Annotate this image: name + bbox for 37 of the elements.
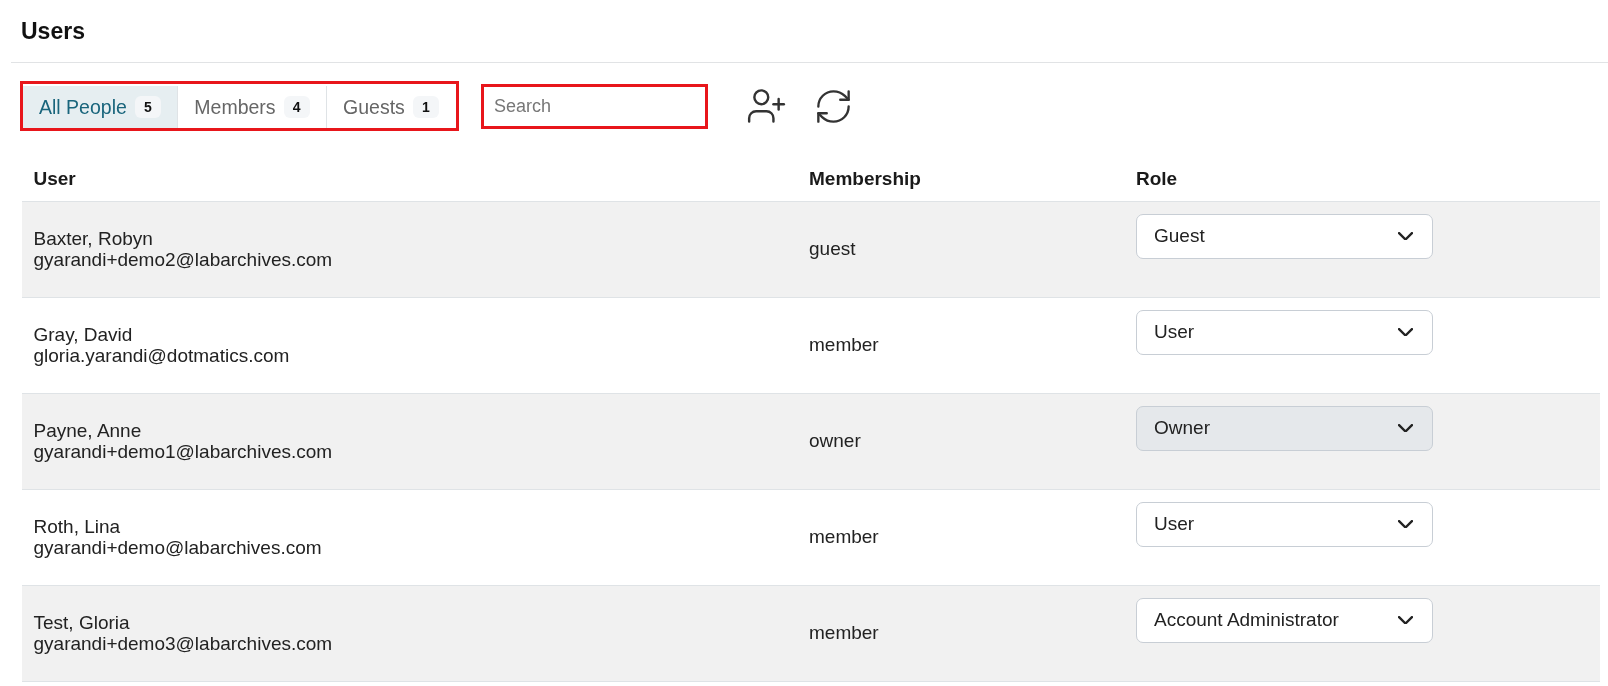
refresh-icon xyxy=(816,89,850,123)
role-dropdown[interactable]: Guest xyxy=(1136,213,1433,259)
chevron-down-icon xyxy=(1398,231,1413,241)
filter-tab[interactable]: All People 5 xyxy=(22,86,178,128)
user-name: Payne, Anne xyxy=(33,419,143,441)
chevron-down-icon xyxy=(1398,615,1413,625)
column-header: Role xyxy=(1136,167,1178,189)
user-email: gyarandi+demo3@labarchives.com xyxy=(33,633,334,655)
chevron-down-icon xyxy=(1398,327,1413,337)
user-email: gyarandi+demo1@labarchives.com xyxy=(33,441,334,463)
count-badge: 5 xyxy=(134,96,161,118)
column-header: User xyxy=(33,167,76,189)
count-badge: 4 xyxy=(283,96,310,118)
membership-text: member xyxy=(809,526,879,547)
membership-text: guest xyxy=(809,238,856,259)
role-dropdown[interactable]: User xyxy=(1136,501,1433,547)
user-name: Gray, David xyxy=(33,323,134,345)
count-badge: 1 xyxy=(412,96,439,118)
refresh-button[interactable] xyxy=(816,89,850,123)
chevron-down-icon xyxy=(1398,519,1413,529)
page-title: Users xyxy=(21,17,85,45)
role-dropdown[interactable]: Account Administrator xyxy=(1136,597,1433,643)
user-email: gyarandi+demo2@labarchives.com xyxy=(33,249,334,271)
role-dropdown[interactable]: User xyxy=(1136,309,1433,355)
membership-text: member xyxy=(809,622,879,643)
add-user-button[interactable] xyxy=(746,89,786,123)
membership-text: owner xyxy=(809,430,861,451)
user-plus-icon xyxy=(746,89,786,123)
user-email: gloria.yarandi@dotmatics.com xyxy=(33,345,291,367)
user-name: Test, Gloria xyxy=(33,611,131,633)
membership-text: member xyxy=(809,334,879,355)
user-name: Baxter, Robyn xyxy=(33,227,154,249)
column-header: Membership xyxy=(809,167,921,189)
user-name: Roth, Lina xyxy=(33,515,122,537)
chevron-down-icon xyxy=(1398,423,1413,433)
user-email: gyarandi+demo@labarchives.com xyxy=(33,537,323,559)
search-field[interactable]: Search xyxy=(480,83,708,129)
